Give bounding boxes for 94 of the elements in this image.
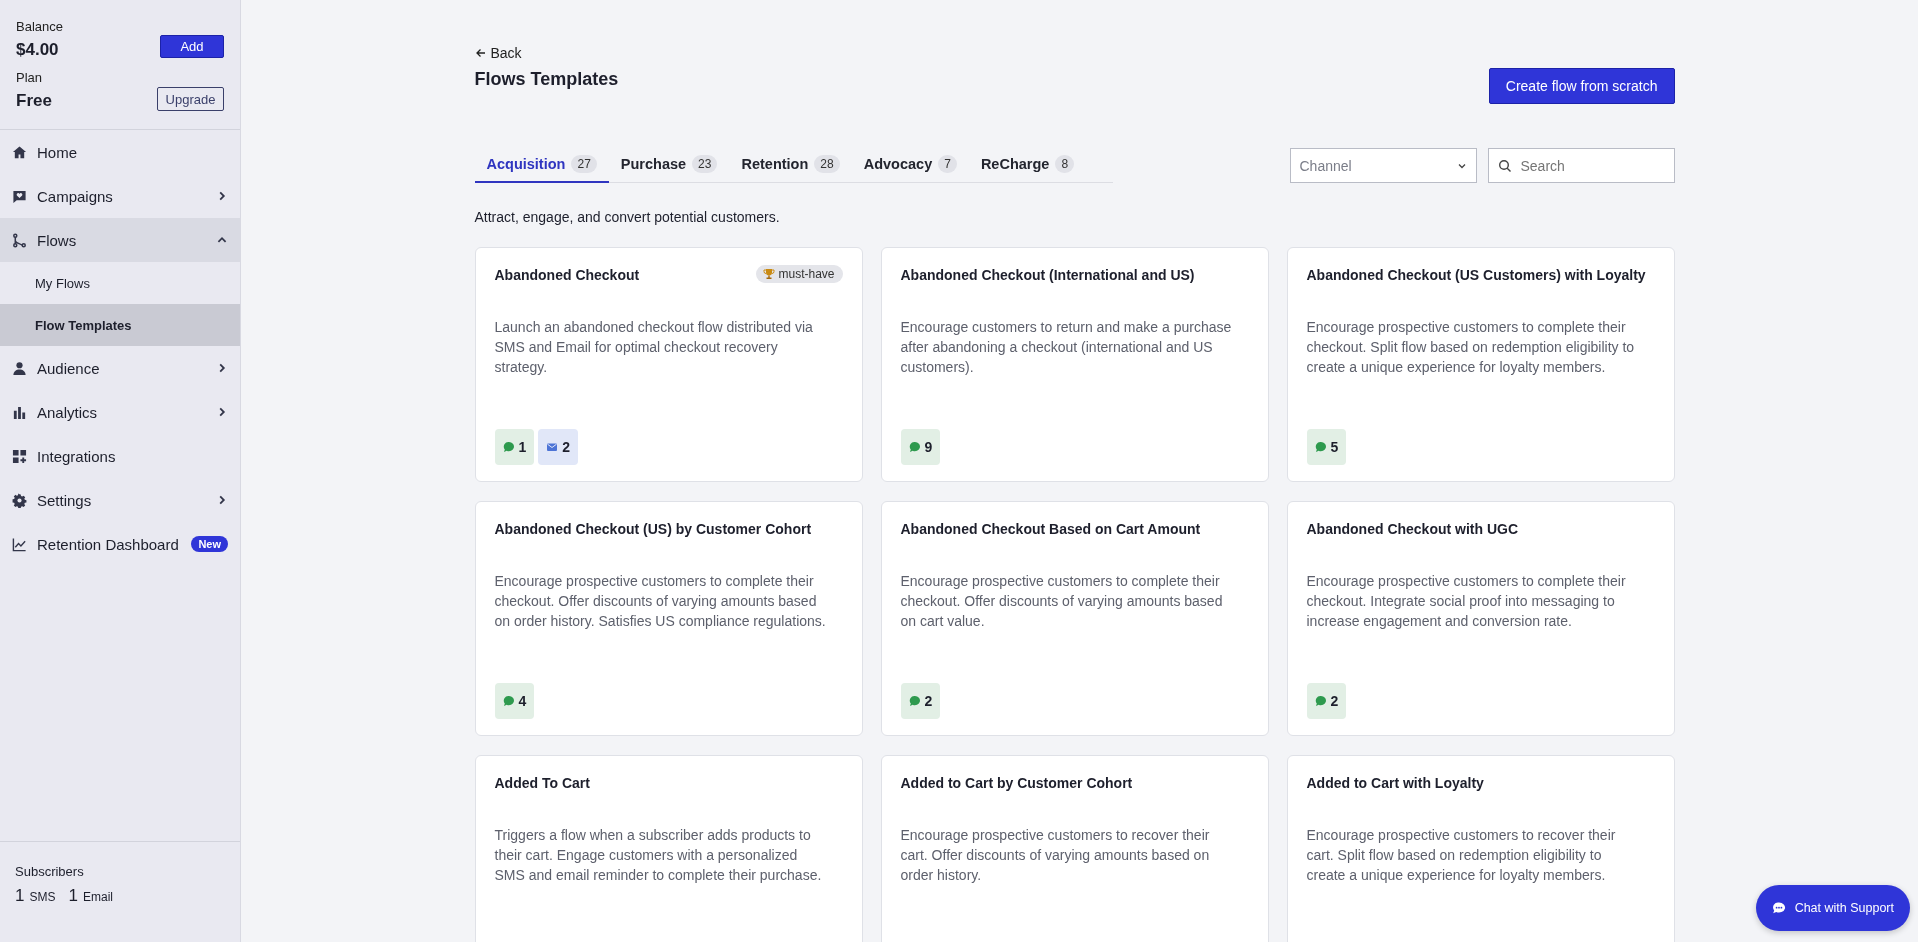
card-title: Abandoned Checkout (International and US) [900,267,1195,283]
plan-label: Plan [16,70,44,85]
template-card[interactable] [1286,247,1675,482]
chat-support-button[interactable]: Chat with Support [1755,885,1910,931]
tab-count: 23 [692,154,718,173]
card-title: Abandoned Checkout with UGC [1306,521,1519,537]
nav-item[interactable]: Audience [0,346,240,390]
nav-item[interactable]: Analytics [0,390,240,434]
trophy-icon [763,268,776,280]
chat-bubble-icon [1314,695,1327,707]
card-title: Abandoned Checkout (US) by Customer Cohort [494,521,812,537]
template-card[interactable]: Added to Cart by Customer Cohort Encourage prospective customers to recover their cart. Offer discounts of varying amounts based on order history. [880,755,1269,942]
plan-value: Free [16,91,52,111]
nav-item[interactable]: Flows [0,218,240,262]
submenu-item[interactable]: Flow Templates [0,304,240,346]
sms-count-chip: 2 [900,683,941,719]
sms-count-chip: 1 [494,429,535,465]
channel-select[interactable]: Channel [1289,148,1477,183]
balance-value: $4.00 [16,40,60,60]
card-title: Abandoned Checkout [494,267,640,283]
category-tab[interactable]: Advocacy 7 [851,146,969,183]
tab-count: 8 [1055,154,1075,173]
template-card[interactable]: Abandoned Checkout Based on Cart Amount Encourage prospective customers to complete their checkout. Offer discounts of varying amounts based on cart value. 2 [880,501,1269,736]
template-card[interactable]: Abandoned Checkout with UGC Encourage prospective customers to complete their checkout. Integrate social proof into messaging to increase engagement and conversion rate. 2 [1286,501,1675,736]
subscriber-unit: SMS [29,890,56,904]
card-title: Abandoned Checkout Based on Cart Amount [900,521,1201,537]
new-badge: New [191,536,228,552]
chat-bubble-icon [12,188,27,204]
search-input[interactable]: Search [1518,156,1663,175]
must-have-tag: must-have [756,265,843,283]
category-tab[interactable]: ReCharge 8 [968,146,1087,183]
chat-bubble-icon [908,441,921,453]
card-description: Encourage prospective customers to recover their cart. Offer discounts of varying amounts based on order history. [900,826,1211,885]
sms-count-chip: 5 [1306,429,1347,465]
search-icon [1497,158,1512,173]
tab-count: 27 [571,154,597,173]
nav-item[interactable]: Integrations [0,434,240,478]
chat-bubble-icon [502,441,515,453]
arrow-left-icon [474,47,487,59]
chat-bubble-icon [502,695,515,707]
template-card[interactable]: Abandoned Checkout (International and US) Encourage customers to return and make a purchase after abandoning a checkout (international and US customers). 9 [880,247,1269,482]
card-description: Encourage prospective customers to complete their checkout. Offer discounts of varying amounts based on cart value. [900,572,1224,631]
card-description: Encourage prospective customers to complete their checkout. Split flow based on redemption eligibility to create a unique experience for loyalty members. [1306,318,1636,377]
chat-bubble-icon [1771,901,1786,915]
envelope-icon [546,441,559,453]
subscriber-count: 1 [68,886,78,906]
card-title: Added To Cart [494,775,590,791]
balance-label: Balance [16,19,63,34]
line-chart-icon [12,536,27,552]
tab-description: Attract, engage, and convert potential customers. [474,209,781,225]
card-description: Triggers a flow when a subscriber adds products to their cart. Engage customers with a personalized SMS and email reminder to complete their purchase. [494,826,823,885]
card-title: Added to Cart with Loyalty [1306,775,1484,791]
template-card[interactable]: Added To Cart Triggers a flow when a subscriber adds products to their cart. Engage customers with a personalized SMS and email reminder to complete their purchase. [474,755,863,942]
search-field[interactable]: Search [1487,148,1675,183]
category-tab[interactable]: Acquisition 27 [474,146,609,183]
sms-count-chip: 2 [1306,683,1347,719]
tab-count: 28 [814,154,840,173]
add-button[interactable]: Add [160,35,224,58]
nav-item[interactable]: Campaigns [0,174,240,218]
template-card[interactable]: Abandoned Checkout must-have Launch an abandoned checkout flow distributed via SMS and Email for optimal checkout recovery strategy. 1 2 [474,247,863,482]
category-tab[interactable]: Retention 28 [729,146,852,183]
nav-item[interactable]: Settings [0,478,240,522]
back-link[interactable]: Back [474,45,522,61]
home-icon [12,144,27,160]
card-description: Encourage prospective customers to complete their checkout. Integrate social proof into messaging to increase engagement and conversion rate. [1306,572,1627,631]
nav-item[interactable]: Retention Dashboard New [0,522,240,566]
sms-count-chip: 9 [900,429,941,465]
subscribers-label: Subscribers [15,864,85,879]
subscriber-unit: Email [82,890,113,904]
create-flow-button[interactable]: Create flow from scratch [1488,68,1675,104]
sms-count-chip: 4 [494,683,535,719]
bar-chart-icon [12,404,27,420]
page-title: Flows Templates [474,69,619,90]
gear-icon [12,492,27,508]
submenu-item[interactable]: My Flows [0,262,240,304]
person-icon [12,360,27,376]
grid-plus-icon [12,448,27,464]
tab-count: 7 [938,154,957,173]
nav-item[interactable]: Home [0,130,240,174]
card-title: Abandoned Checkout (US Customers) with Loyalty [1306,267,1646,283]
card-title: Added to Cart by Customer Cohort [900,775,1133,791]
card-description: Launch an abandoned checkout flow distributed via SMS and Email for optimal checkout recovery strategy. [494,318,814,377]
category-tab[interactable]: Purchase 23 [608,146,730,183]
card-description: Encourage prospective customers to recover their cart. Split flow based on redemption eligibility to create a unique experience for loyalty members. [1306,826,1617,885]
template-card[interactable]: Added to Cart with Loyalty Encourage prospective customers to recover their cart. Split flow based on redemption eligibility to create a unique experience for loyalty members. [1286,755,1675,942]
subscriber-count: 1 [15,886,25,906]
chat-bubble-icon [908,695,921,707]
template-card[interactable]: Abandoned Checkout (US) by Customer Cohort Encourage prospective customers to complete their checkout. Offer discounts of varying amounts based on order history. Satisfies US compliance regulations. 4 [474,501,863,736]
card-description: Encourage customers to return and make a purchase after abandoning a checkout (international and US customers). [900,318,1233,377]
chat-bubble-icon [1314,441,1327,453]
upgrade-button[interactable]: Upgrade [157,87,224,111]
email-count-chip: 2 [538,429,579,465]
branch-icon [12,232,27,248]
card-description: Encourage prospective customers to complete their checkout. Offer discounts of varying amounts based on order history. Satisfies US compliance regulations. [494,572,827,631]
